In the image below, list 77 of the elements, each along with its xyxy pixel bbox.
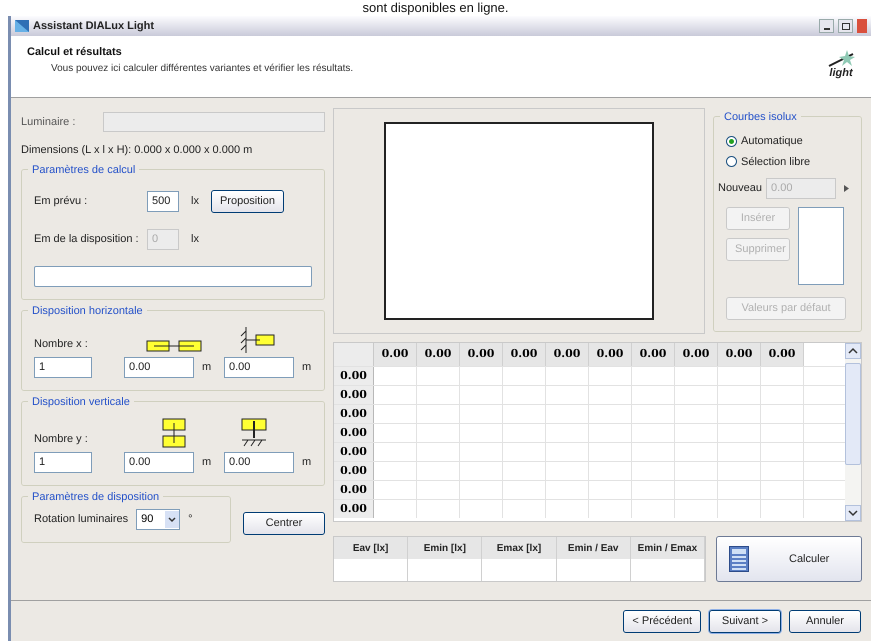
dimensions-text: Dimensions (L x l x H): 0.000 x 0.000 x 0.000 m (21, 143, 254, 158)
proposal-button[interactable]: Proposition (210, 190, 284, 212)
field-label: Em prévu : (34, 194, 88, 209)
column-header: Emin / Eav (556, 537, 630, 559)
column-header: 0.00 (503, 343, 546, 366)
luminaire-label: Luminaire : (21, 114, 76, 130)
header-subtitle: Vous pouvez ici calculer différentes variantes et vérifier les résultats. (50, 62, 354, 76)
group-title: Paramètres de disposition (28, 488, 164, 505)
calculator-icon (729, 546, 749, 572)
app-icon (15, 20, 29, 32)
isolux-list[interactable] (798, 207, 844, 285)
unit-label: lx (191, 232, 199, 247)
play-arrow-icon (844, 185, 850, 192)
count-field[interactable]: 1 (34, 452, 92, 472)
column-header: 0.00 (632, 343, 675, 366)
center-button[interactable]: Centrer (243, 512, 325, 534)
unit-label: m (202, 360, 212, 375)
nav-button[interactable]: Suivant > (709, 610, 781, 632)
rotation-dropdown[interactable]: 90 (136, 508, 180, 530)
scroll-down-icon[interactable] (845, 505, 862, 521)
wall-distance-field[interactable]: 0.00 (224, 356, 294, 378)
wall-distance-icon (240, 418, 268, 448)
row-header: 0.00 (334, 443, 374, 461)
column-header: 0.00 (374, 343, 417, 366)
row-header: 0.00 (334, 424, 374, 442)
spacing-field[interactable]: 0.00 (124, 356, 194, 378)
star-logo-icon (827, 48, 855, 68)
column-header: 0.00 (761, 343, 804, 366)
minimize-button[interactable] (819, 19, 834, 33)
radio-button[interactable] (726, 136, 737, 147)
nav-button[interactable]: < Précédent (623, 610, 701, 632)
wall-distance-icon (240, 326, 276, 352)
column-header: Emin [lx] (408, 537, 482, 559)
row-header: 0.00 (334, 367, 374, 385)
logo-text: light (829, 68, 853, 79)
column-header: 0.00 (417, 343, 460, 366)
luminaire-spacing-icon (162, 418, 186, 448)
row-header: 0.00 (334, 405, 374, 423)
unit-label: ° (188, 512, 193, 527)
maximize-button[interactable] (838, 19, 853, 33)
scrollbar[interactable] (845, 343, 862, 521)
row-header: 0.00 (334, 500, 374, 518)
column-header: 0.00 (718, 343, 761, 366)
unit-label: m (202, 454, 212, 470)
column-header: Emax [lx] (482, 537, 556, 559)
illuminance-field[interactable]: 500 (147, 190, 179, 212)
row-header: 0.00 (334, 462, 374, 480)
field-label: Nouveau (718, 181, 762, 196)
spacing-field[interactable]: 0.00 (124, 452, 194, 472)
column-header: Emin / Emax (630, 537, 704, 559)
unit-label: lx (191, 194, 199, 209)
field-label: Em de la disposition : (34, 232, 140, 247)
wall-distance-field[interactable]: 0.00 (224, 452, 294, 472)
column-header: 0.00 (589, 343, 632, 366)
field-label: Rotation luminaires (34, 512, 128, 527)
luminaire-spacing-icon (146, 338, 202, 352)
row-header: 0.00 (334, 481, 374, 499)
radio-option[interactable]: Sélection libre (726, 154, 850, 170)
header-title: Calcul et résultats (27, 45, 123, 60)
caption-text: sont disponibles en ligne. (362, 0, 510, 16)
radio-option[interactable]: Automatique (726, 133, 850, 150)
calculate-button[interactable]: Calculer (716, 536, 862, 582)
column-header: 0.00 (675, 343, 718, 366)
field-label: Nombre x : (34, 337, 89, 352)
count-field[interactable]: 1 (34, 356, 92, 378)
unit-label: m (302, 360, 312, 375)
radio-button[interactable] (726, 156, 737, 168)
nav-button[interactable]: Annuler (789, 610, 861, 632)
column-header: 0.00 (460, 343, 503, 366)
scroll-up-icon[interactable] (845, 343, 862, 359)
column-header: 0.00 (546, 343, 589, 366)
scroll-thumb[interactable] (845, 363, 862, 465)
field-label: Nombre y : (34, 432, 89, 447)
row-header: 0.00 (334, 386, 374, 404)
column-header: Eav [lx] (334, 537, 408, 559)
window-title: Assistant DIALux Light (33, 18, 156, 34)
unit-label: m (302, 454, 312, 470)
